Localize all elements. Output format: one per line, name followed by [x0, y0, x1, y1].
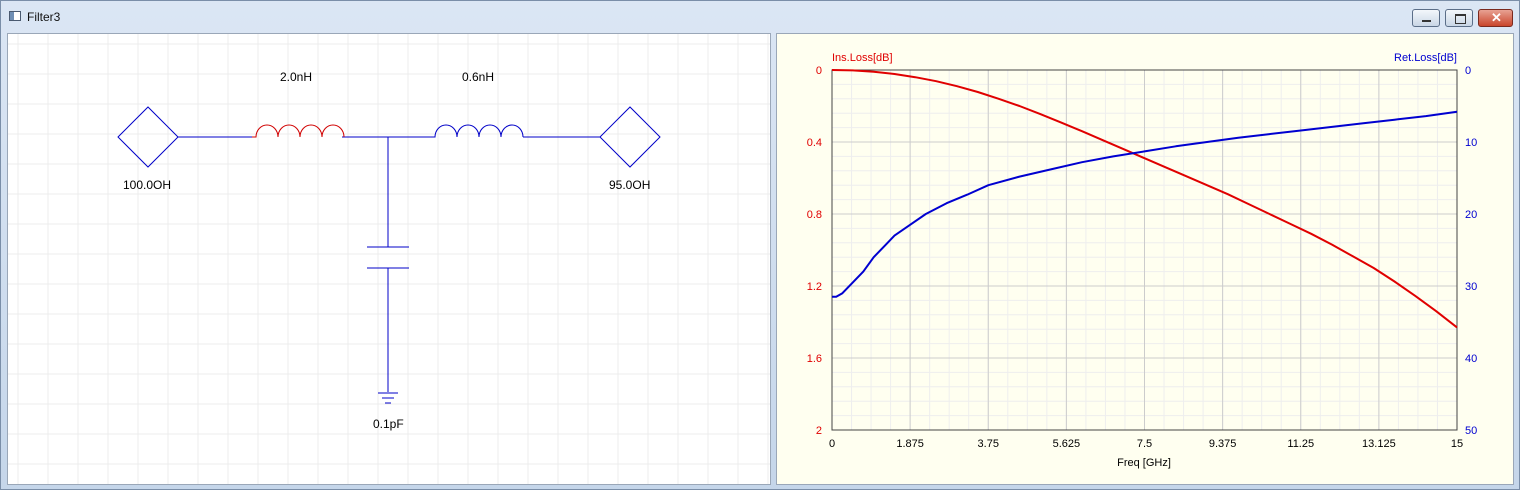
maximize-icon [1455, 14, 1466, 24]
x-tick-label: 5.625 [1053, 438, 1081, 450]
y-right-tick-label: 30 [1465, 281, 1477, 293]
inductor1-label: 2.0nH [280, 70, 312, 84]
inductor2-icon[interactable] [432, 124, 524, 138]
y-left-tick-label: 1.6 [807, 353, 822, 365]
schematic-canvas[interactable]: 100.0OH 2.0nH 0.6nH 95.0OH 0.1pF [8, 34, 771, 485]
chart-pane[interactable]: 0 1.875 3.75 5.625 7.5 9.375 11.25 13.125 15 0 0.4… [776, 33, 1514, 485]
x-tick-label: 15 [1451, 438, 1463, 450]
y-axis-right-label: Ret.Loss[dB] [1394, 52, 1457, 64]
x-axis-label: Freq [GHz] [1117, 457, 1171, 469]
y-left-tick-label: 2 [816, 425, 822, 437]
inductor1-icon[interactable] [252, 124, 345, 138]
capacitor-label: 0.1pF [373, 417, 404, 431]
schematic-pane[interactable]: 100.0OH 2.0nH 0.6nH 95.0OH 0.1pF [7, 33, 771, 485]
x-tick-label: 9.375 [1209, 438, 1237, 450]
close-icon: ✕ [1491, 10, 1502, 25]
y-axis-left-label: Ins.Loss[dB] [832, 52, 893, 64]
x-tick-label: 7.5 [1137, 438, 1152, 450]
inductor2-label: 0.6nH [462, 70, 494, 84]
y-right-tick-label: 50 [1465, 425, 1477, 437]
y-right-tick-label: 40 [1465, 353, 1477, 365]
chart-canvas[interactable]: 0 1.875 3.75 5.625 7.5 9.375 11.25 13.125 15 0 0.4… [777, 34, 1514, 485]
port1-diamond-icon[interactable] [117, 106, 179, 168]
y-right-tick-label: 20 [1465, 209, 1477, 221]
port1-label: 100.0OH [123, 178, 171, 192]
y-right-tick-label: 0 [1465, 65, 1471, 77]
y-left-tick-label: 1.2 [807, 281, 822, 293]
y-left-tick-label: 0 [816, 65, 822, 77]
app-icon [9, 11, 21, 21]
app-window: Filter3 ✕ 100.0OH 2.0nH 0.6nH 95.0OH 0.1… [0, 0, 1520, 490]
port2-diamond-icon[interactable] [599, 106, 661, 168]
x-tick-label: 3.75 [978, 438, 999, 450]
y-left-tick-label: 0.4 [807, 137, 822, 149]
minimize-icon [1422, 20, 1431, 22]
x-tick-label: 13.125 [1362, 438, 1396, 450]
ground-icon [378, 392, 398, 404]
port2-label: 95.0OH [609, 178, 650, 192]
maximize-button[interactable] [1445, 9, 1473, 27]
window-title: Filter3 [27, 10, 61, 24]
x-tick-label: 0 [829, 438, 835, 450]
capacitor-icon[interactable] [367, 246, 409, 269]
x-tick-label: 1.875 [896, 438, 924, 450]
y-right-tick-label: 10 [1465, 137, 1477, 149]
x-tick-label: 11.25 [1287, 438, 1314, 450]
minimize-button[interactable] [1412, 9, 1440, 27]
schematic-wires [178, 136, 600, 392]
y-left-tick-label: 0.8 [807, 209, 822, 221]
close-button[interactable]: ✕ [1478, 9, 1513, 27]
title-bar[interactable]: Filter3 ✕ [1, 1, 1519, 31]
